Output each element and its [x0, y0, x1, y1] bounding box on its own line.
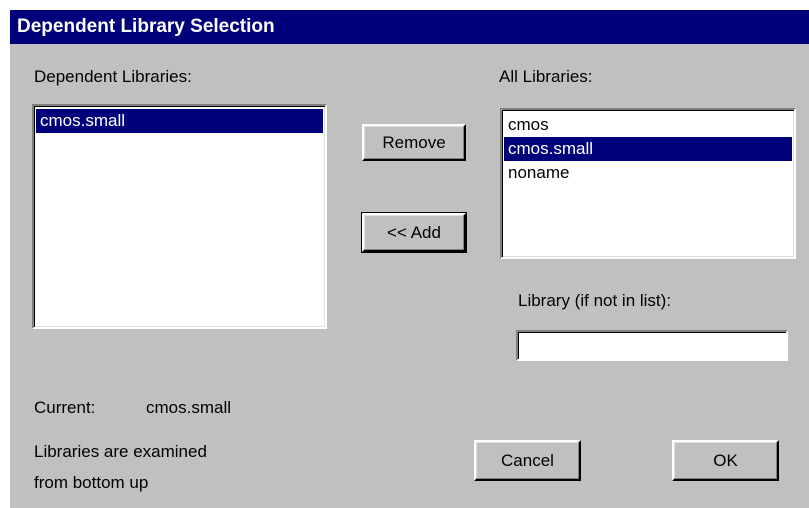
- cancel-button[interactable]: Cancel: [474, 440, 581, 481]
- all-library-item-cmos-small[interactable]: cmos.small: [504, 137, 792, 161]
- all-libraries-label: All Libraries:: [499, 67, 593, 86]
- library-input-label: Library (if not in list):: [518, 291, 672, 310]
- note-line-1: Libraries are examined: [34, 442, 207, 461]
- dependent-library-dialog: Dependent Library Selection Dependent Li…: [10, 10, 809, 508]
- add-button[interactable]: << Add: [361, 212, 467, 253]
- ok-button[interactable]: OK: [672, 440, 779, 481]
- dependent-libraries-label: Dependent Libraries:: [34, 67, 192, 86]
- dependent-library-item[interactable]: cmos.small: [36, 109, 323, 133]
- dialog-title: Dependent Library Selection: [10, 10, 809, 44]
- current-value: cmos.small: [146, 398, 232, 417]
- all-library-item-noname[interactable]: noname: [504, 161, 792, 185]
- dependent-libraries-list[interactable]: cmos.small: [32, 104, 327, 329]
- remove-button[interactable]: Remove: [362, 124, 466, 161]
- all-libraries-list[interactable]: cmos cmos.small noname: [500, 108, 796, 259]
- library-name-field[interactable]: [516, 330, 788, 361]
- current-label: Current:: [34, 398, 96, 417]
- note-line-2: from bottom up: [34, 473, 149, 492]
- all-library-item-cmos[interactable]: cmos: [504, 113, 792, 137]
